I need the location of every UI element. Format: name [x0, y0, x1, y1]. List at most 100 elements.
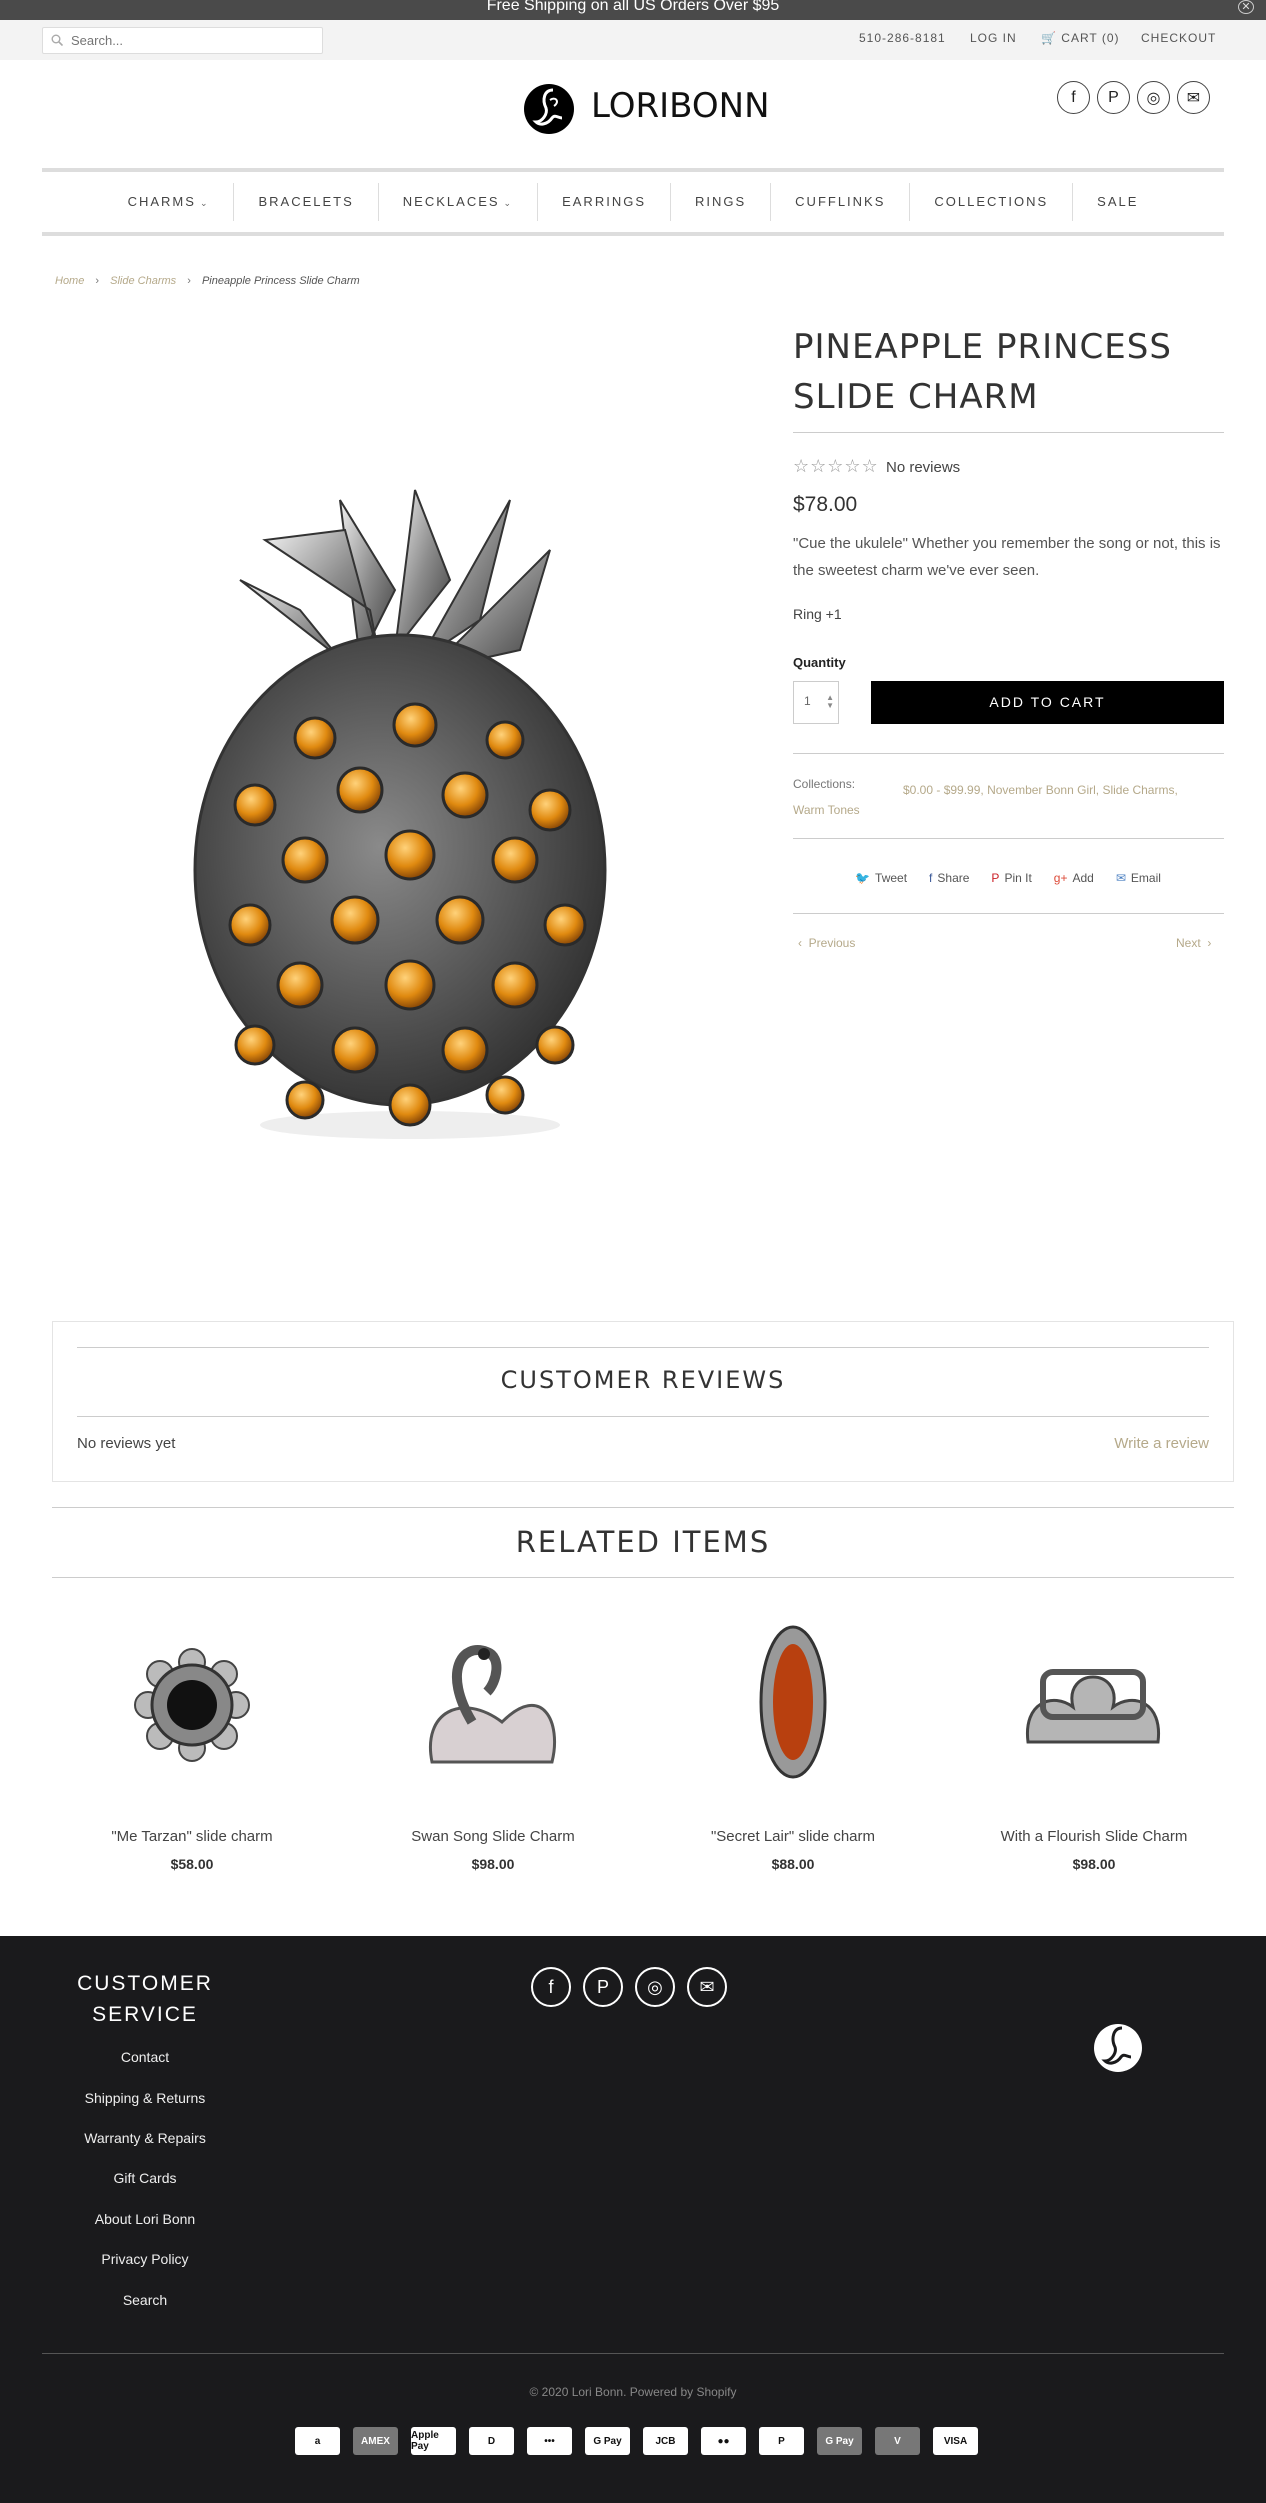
nav-item-collections[interactable]: COLLECTIONS	[910, 183, 1074, 221]
nav-item-rings[interactable]: RINGS	[671, 183, 772, 221]
paypal-icon: P	[759, 2427, 804, 2455]
add-to-cart-button[interactable]: ADD TO CART	[871, 681, 1224, 724]
nav-label: EARRINGS	[562, 194, 646, 209]
shop-pay-icon: G Pay	[817, 2427, 862, 2455]
share-label: Pin It	[1004, 871, 1032, 885]
search-input[interactable]	[71, 28, 311, 53]
email-icon[interactable]: ✉	[1177, 81, 1210, 114]
footer-link-about[interactable]: About Lori Bonn	[40, 2211, 250, 2227]
close-icon[interactable]: ✕	[1238, 0, 1254, 14]
related-item-name[interactable]: "Secret Lair" slide charm	[643, 1828, 943, 1845]
next-link[interactable]: Next ›	[1176, 936, 1211, 950]
divider	[52, 1507, 1234, 1508]
collections-link-warm-tones[interactable]: Warm Tones	[793, 803, 860, 817]
share-row: 🐦 Tweet f Share P Pin It g+ Add ✉ Email	[793, 871, 1223, 885]
next-label: Next	[1176, 936, 1201, 950]
collections-links[interactable]: $0.00 - $99.99, November Bonn Girl, Slid…	[903, 777, 1223, 803]
footer-link-search[interactable]: Search	[40, 2292, 250, 2308]
login-link[interactable]: LOG IN	[970, 31, 1017, 45]
divider	[77, 1347, 1209, 1348]
google-pay-icon: G Pay	[585, 2427, 630, 2455]
related-item-price: $98.00	[471, 1856, 515, 1872]
related-item-name[interactable]: "Me Tarzan" slide charm	[42, 1828, 342, 1845]
chevron-right-icon: ›	[1200, 936, 1212, 950]
pin-it-button[interactable]: P Pin It	[991, 871, 1031, 885]
email-share-button[interactable]: ✉ Email	[1116, 871, 1161, 885]
apple-pay-icon: Apple Pay	[411, 2427, 456, 2455]
pinterest-icon[interactable]: P	[583, 1967, 623, 2007]
facebook-icon[interactable]: f	[1057, 81, 1090, 114]
product-price: $78.00	[793, 493, 858, 516]
related-item-image[interactable]	[402, 1612, 582, 1792]
related-item-name[interactable]: Swan Song Slide Charm	[343, 1828, 643, 1845]
diners-club-icon: D	[469, 2427, 514, 2455]
facebook-icon[interactable]: f	[531, 1967, 571, 2007]
breadcrumb-home[interactable]: Home	[55, 275, 84, 287]
nav-divider-bottom	[42, 232, 1224, 236]
footer-logo-icon[interactable]	[1090, 2018, 1146, 2076]
logo-mark[interactable]	[522, 78, 576, 136]
breadcrumb: Home › Slide Charms › Pineapple Princess…	[55, 275, 360, 287]
nav-item-sale[interactable]: SALE	[1073, 183, 1162, 221]
main-nav: CHARMS ⌄ BRACELETS NECKLACES ⌄ EARRINGS RI…	[42, 172, 1224, 232]
nav-item-earrings[interactable]: EARRINGS	[538, 183, 671, 221]
payment-icons: a AMEX Apple Pay D ••• G Pay JCB ●● P G …	[295, 2427, 978, 2455]
footer-link-warranty[interactable]: Warranty & Repairs	[40, 2130, 250, 2146]
rating-text[interactable]: No reviews	[886, 459, 960, 476]
chevron-down-icon: ⌄	[199, 198, 210, 208]
nav-label: SALE	[1097, 194, 1139, 209]
nav-item-charms[interactable]: CHARMS ⌄	[104, 183, 235, 221]
footer-link-privacy[interactable]: Privacy Policy	[40, 2251, 250, 2267]
footer-link-shipping[interactable]: Shipping & Returns	[40, 2090, 250, 2106]
jcb-icon: JCB	[643, 2427, 688, 2455]
previous-link[interactable]: ‹ Previous	[798, 936, 855, 950]
nav-item-cufflinks[interactable]: CUFFLINKS	[771, 183, 911, 221]
cart-icon: 🛒	[1041, 31, 1057, 45]
quantity-label: Quantity	[793, 655, 846, 670]
related-item-image[interactable]	[102, 1612, 282, 1792]
footer-link-contact[interactable]: Contact	[40, 2049, 250, 2065]
nav-item-necklaces[interactable]: NECKLACES ⌄	[379, 183, 539, 221]
email-icon[interactable]: ✉	[687, 1967, 727, 2007]
nav-label: CUFFLINKS	[795, 194, 886, 209]
phone-number[interactable]: 510-286-8181	[859, 31, 946, 45]
quantity-stepper[interactable]: 1 ▲ ▼	[793, 681, 839, 724]
share-label: Add	[1072, 871, 1094, 885]
nav-label: NECKLACES	[402, 194, 500, 209]
venmo-icon: V	[875, 2427, 920, 2455]
tweet-button[interactable]: 🐦 Tweet	[855, 871, 907, 885]
divider	[52, 1577, 1234, 1578]
pinterest-icon[interactable]: P	[1097, 81, 1130, 114]
reviews-section	[52, 1321, 1234, 1482]
checkout-link[interactable]: CHECKOUT	[1141, 31, 1216, 45]
logo-text[interactable]: LORIBONN	[591, 86, 770, 126]
share-label: Tweet	[875, 871, 908, 885]
footer-link-gift-cards[interactable]: Gift Cards	[40, 2170, 250, 2186]
google-plus-button[interactable]: g+ Add	[1054, 871, 1094, 885]
related-item-name[interactable]: With a Flourish Slide Charm	[944, 1828, 1244, 1845]
divider	[793, 913, 1224, 914]
breadcrumb-separator: ›	[95, 275, 100, 287]
breadcrumb-separator: ›	[187, 275, 191, 287]
nav-item-bracelets[interactable]: BRACELETS	[234, 183, 379, 221]
cart-link[interactable]: 🛒 CART (0)	[1041, 31, 1120, 45]
breadcrumb-category[interactable]: Slide Charms	[110, 275, 176, 287]
stepper-arrows-icon[interactable]: ▲ ▼	[826, 694, 834, 710]
product-image[interactable]	[180, 460, 640, 1160]
divider	[77, 1416, 1209, 1417]
collections-label: Collections:	[793, 777, 856, 791]
facebook-icon: f	[929, 871, 933, 885]
rating-stars-icon[interactable]: ☆☆☆☆☆	[793, 456, 879, 477]
related-item-image[interactable]	[703, 1612, 883, 1792]
search-field[interactable]	[42, 27, 323, 54]
share-label: Share	[937, 871, 970, 885]
related-item-image[interactable]	[1003, 1612, 1183, 1792]
no-reviews-text: No reviews yet	[77, 1435, 176, 1452]
instagram-icon[interactable]: ◎	[635, 1967, 675, 2007]
related-title: RELATED ITEMS	[515, 1525, 771, 1559]
facebook-share-button[interactable]: f Share	[929, 871, 969, 885]
instagram-icon[interactable]: ◎	[1137, 81, 1170, 114]
divider	[793, 838, 1224, 839]
related-item-price: $88.00	[771, 1856, 815, 1872]
write-review-link[interactable]: Write a review	[1114, 1435, 1209, 1452]
